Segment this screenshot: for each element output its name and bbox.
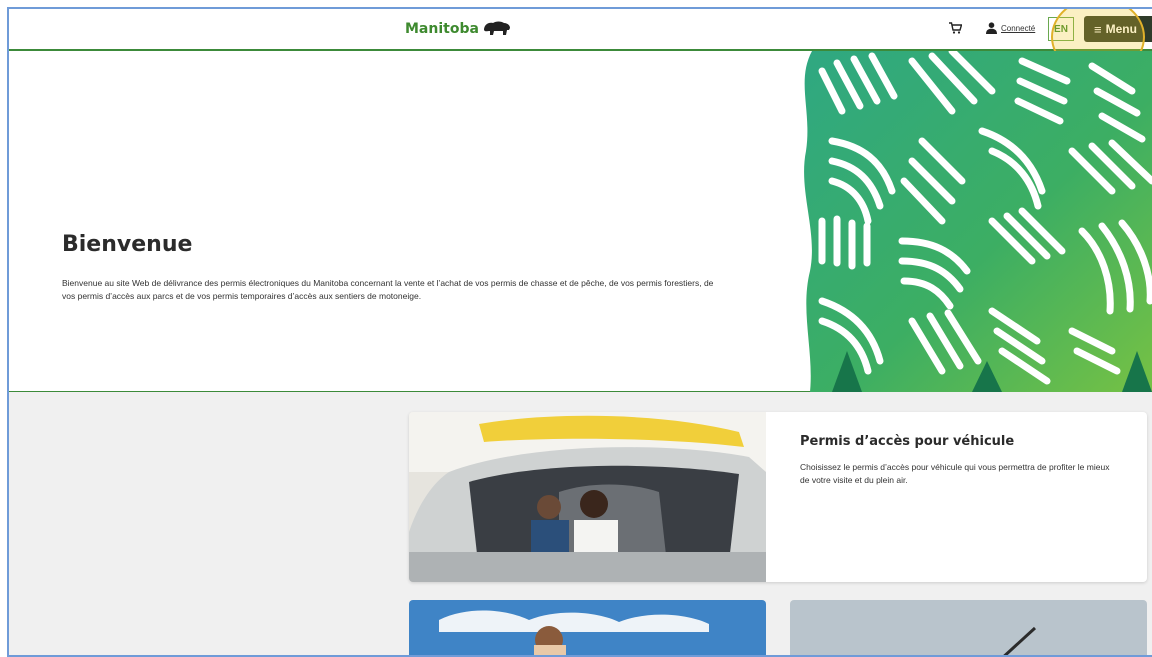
menu-button[interactable]: ≡ Menu bbox=[1084, 16, 1152, 42]
hamburger-icon: ≡ bbox=[1094, 21, 1102, 37]
card-title: Permis d’accès pour véhicule bbox=[800, 434, 1015, 449]
vehicle-permit-card[interactable]: Permis d’accès pour véhicule Choisissez … bbox=[409, 412, 1147, 582]
browser-viewport: Manitoba Connecté EN ≡ Menu Bienvenue Bi… bbox=[7, 7, 1152, 657]
connecte-link[interactable]: Connecté bbox=[1001, 24, 1035, 33]
user-icon bbox=[986, 22, 997, 34]
language-toggle-button[interactable]: EN bbox=[1048, 17, 1074, 41]
hero-pattern-art bbox=[804, 51, 1152, 392]
card-description: Choisissez le permis d’accès pour véhicu… bbox=[800, 462, 1110, 485]
manitoba-logo[interactable]: Manitoba bbox=[405, 21, 512, 37]
content-section: Permis d’accès pour véhicule Choisissez … bbox=[9, 392, 1152, 657]
fishing-photo-card[interactable] bbox=[409, 600, 766, 657]
bison-icon bbox=[483, 21, 510, 35]
cart-icon[interactable] bbox=[949, 22, 962, 34]
snowmobile-photo-card[interactable] bbox=[790, 600, 1147, 657]
account-link[interactable]: Connecté bbox=[986, 22, 1035, 34]
site-header: Manitoba Connecté EN ≡ Menu bbox=[9, 9, 1152, 77]
car-photo bbox=[409, 412, 766, 582]
hero-description: Bienvenue au site Web de délivrance des … bbox=[62, 278, 714, 301]
logo-text: Manitoba bbox=[405, 21, 479, 37]
hero-section: Bienvenue Bienvenue au site Web de déliv… bbox=[9, 51, 1152, 392]
menu-label: Menu bbox=[1105, 22, 1137, 36]
hero-title: Bienvenue bbox=[62, 232, 193, 257]
